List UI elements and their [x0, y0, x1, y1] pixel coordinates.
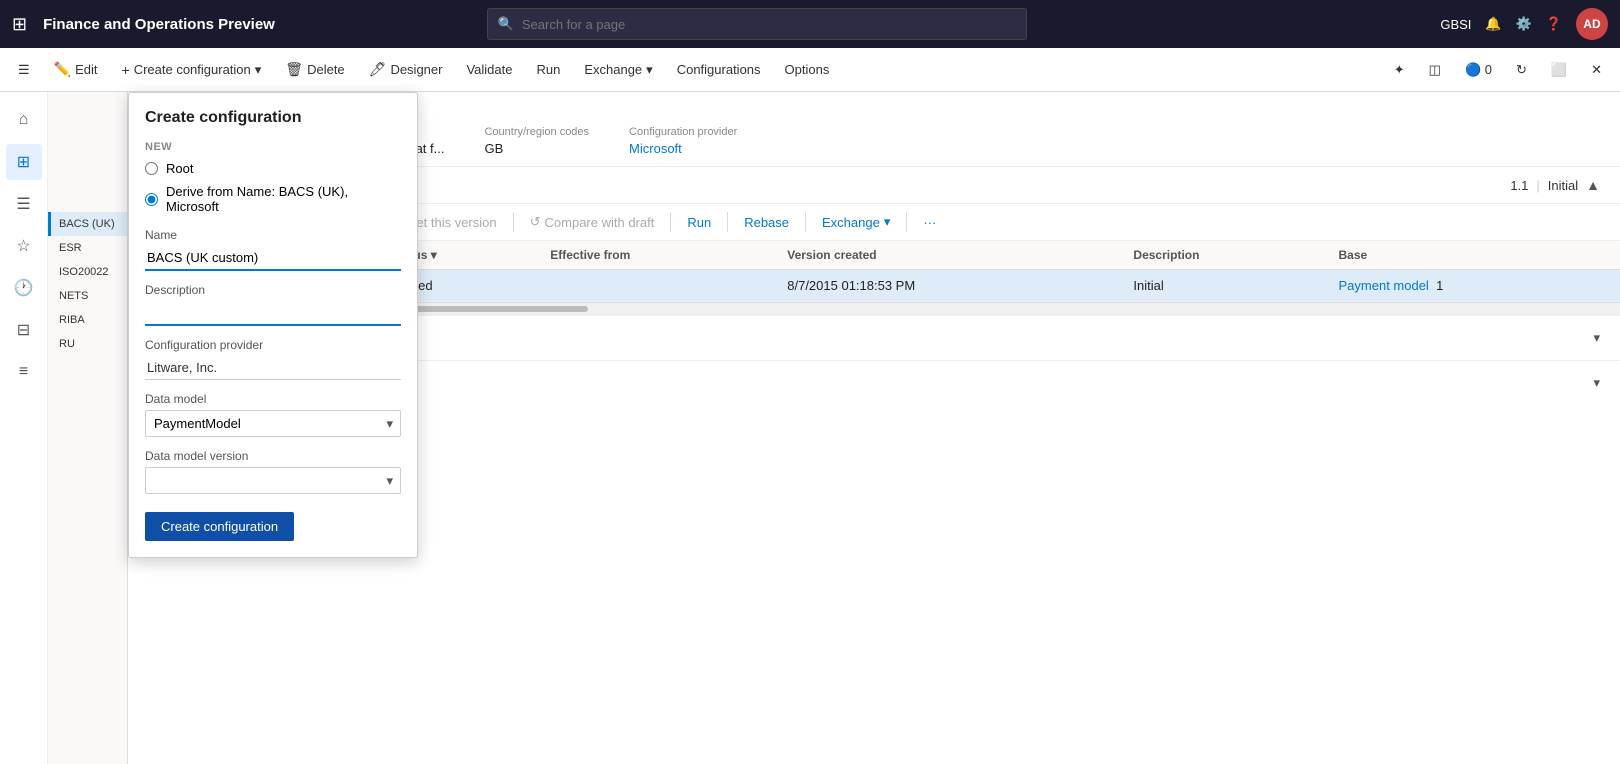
components-chevron-icon: ▾ [1593, 375, 1600, 391]
search-input[interactable] [522, 17, 1016, 32]
description-input[interactable] [145, 301, 401, 326]
list-item[interactable]: NETS [48, 284, 127, 308]
meta-provider: Configuration provider Microsoft [629, 126, 737, 156]
compare-with-draft-button[interactable]: ↺ Compare with draft [520, 210, 665, 234]
exchange-button[interactable]: Exchange ▾ [574, 57, 662, 83]
sidebar-item-home[interactable]: ⌂ [6, 102, 42, 138]
bell-icon[interactable]: 🔔 [1485, 16, 1501, 32]
col-description: Description [1121, 241, 1326, 270]
name-field: Name [145, 228, 401, 271]
app-title: Finance and Operations Preview [43, 16, 275, 33]
settings-icon[interactable]: ⚙️ [1516, 16, 1532, 32]
base-link[interactable]: Payment model [1339, 278, 1429, 293]
sidebar-item-dashboard[interactable]: ⊟ [6, 312, 42, 348]
list-item[interactable]: ESR [48, 236, 127, 260]
exchange-arrow-icon: ▾ [646, 62, 653, 78]
sidebar-item-menu[interactable]: ≡ [6, 354, 42, 390]
sidebar-rail: ⌂ ⊞ ☰ ☆ 🕐 ⊟ ≡ [0, 92, 48, 764]
list-item[interactable]: RU [48, 332, 127, 356]
versions-chevron-button[interactable]: ▲ [1586, 177, 1600, 193]
designer-button[interactable]: 🖊 Designer [359, 56, 453, 83]
command-bar: ☰ ✏️ Edit + Create configuration ▾ 🗑 Del… [0, 48, 1620, 92]
list-panel: BACS (UK) ESR ISO20022 NETS RIBA RU [48, 92, 128, 764]
sidebar-item-clock[interactable]: 🕐 [6, 270, 42, 306]
data-model-select-wrap: PaymentModel [145, 410, 401, 437]
list-item[interactable]: RIBA [48, 308, 127, 332]
topbar: ⊞ Finance and Operations Preview 🔍 GBSI … [0, 0, 1620, 48]
plus-icon: + [122, 62, 130, 78]
run-version-button[interactable]: Run [677, 211, 721, 234]
config-provider-field: Configuration provider [145, 338, 401, 380]
hamburger-icon: ☰ [18, 62, 30, 78]
avatar[interactable]: AD [1576, 8, 1608, 40]
run-button[interactable]: Run [526, 57, 570, 82]
iso-chevron-icon: ▾ [1593, 330, 1600, 346]
restore-button[interactable]: ⬜ [1541, 57, 1577, 83]
list-item[interactable]: ISO20022 [48, 260, 127, 284]
create-configuration-button[interactable]: + Create configuration ▾ [112, 57, 272, 83]
apps-grid-icon[interactable]: ⊞ [12, 14, 27, 35]
col-effective-from: Effective from [538, 241, 775, 270]
name-input[interactable] [145, 246, 401, 271]
cmdbar-right: ✦ ◫ 🔵 0 ↻ ⬜ ✕ [1384, 57, 1612, 83]
delete-button[interactable]: 🗑 Delete [275, 56, 354, 83]
list-item[interactable]: BACS (UK) [48, 212, 127, 236]
col-base: Base [1327, 241, 1620, 270]
radio-root-input[interactable] [145, 162, 158, 175]
designer-icon: 🖊 [369, 61, 387, 78]
versions-badge: 1.1 | Initial ▲ [1510, 177, 1600, 193]
create-configuration-submit-button[interactable]: Create configuration [145, 512, 294, 541]
trash-icon: 🗑 [285, 61, 303, 78]
search-icon: 🔍 [498, 16, 514, 32]
radio-derive-input[interactable] [145, 193, 158, 206]
meta-country: Country/region codes GB [484, 126, 589, 156]
options-button[interactable]: Options [775, 57, 840, 82]
sparkle-button[interactable]: ✦ [1384, 57, 1415, 83]
config-provider-input[interactable] [145, 356, 401, 380]
edit-icon: ✏️ [54, 61, 71, 78]
data-model-field: Data model PaymentModel [145, 392, 401, 437]
radio-root[interactable]: Root [145, 161, 401, 176]
description-field: Description [145, 283, 401, 326]
versions-more-button[interactable]: ··· [913, 211, 946, 234]
col-version-created: Version created [775, 241, 1121, 270]
versions-exchange-arrow-icon: ▾ [884, 214, 891, 230]
data-model-version-field: Data model version [145, 449, 401, 494]
create-configuration-panel: Create configuration New Root Derive fro… [128, 92, 418, 558]
compare-icon: ↺ [530, 214, 541, 230]
dropdown-title: Create configuration [145, 109, 401, 127]
refresh-button[interactable]: ↻ [1506, 57, 1537, 83]
help-icon[interactable]: ❓ [1546, 16, 1562, 32]
edit-button[interactable]: ✏️ Edit [44, 56, 108, 83]
sidebar-item-filter[interactable]: ⊞ [6, 144, 42, 180]
topbar-right: GBSI 🔔 ⚙️ ❓ AD [1440, 8, 1608, 40]
sidebar-toggle-button[interactable]: ◫ [1419, 57, 1451, 83]
user-code: GBSI [1440, 17, 1471, 32]
configurations-button[interactable]: Configurations [667, 57, 771, 82]
validate-button[interactable]: Validate [456, 57, 522, 82]
data-model-select[interactable]: PaymentModel [145, 410, 401, 437]
dropdown-arrow-icon: ▾ [255, 62, 262, 78]
data-model-version-select-wrap [145, 467, 401, 494]
rebase-button[interactable]: Rebase [734, 211, 799, 234]
new-section-label: New [145, 141, 401, 153]
search-bar[interactable]: 🔍 [487, 8, 1027, 40]
sidebar-item-star[interactable]: ☆ [6, 228, 42, 264]
radio-derive[interactable]: Derive from Name: BACS (UK), Microsoft [145, 184, 401, 214]
radio-group: Root Derive from Name: BACS (UK), Micros… [145, 161, 401, 214]
badge-button[interactable]: 🔵 0 [1455, 57, 1502, 83]
sidebar-item-list[interactable]: ☰ [6, 186, 42, 222]
data-model-version-select[interactable] [145, 467, 401, 494]
hamburger-menu-button[interactable]: ☰ [8, 57, 40, 83]
close-button[interactable]: ✕ [1581, 57, 1612, 83]
versions-exchange-button[interactable]: Exchange ▾ [812, 210, 900, 234]
